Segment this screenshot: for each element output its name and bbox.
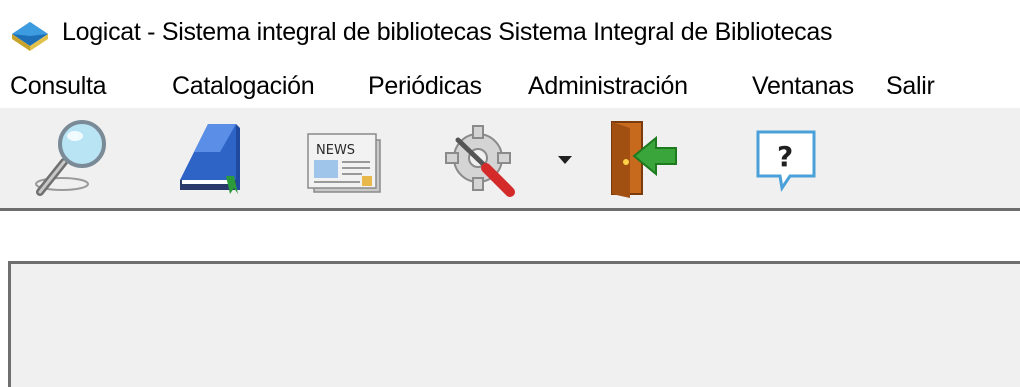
menu-ventanas[interactable]: Ventanas [752,72,854,101]
content-gap [0,211,1020,261]
administration-button[interactable] [438,118,522,198]
dropdown-arrow-icon[interactable] [554,152,576,168]
svg-text:NEWS: NEWS [316,143,355,158]
svg-text:?: ? [777,140,793,173]
help-button[interactable]: ? [746,118,830,198]
exit-button[interactable] [598,118,682,198]
search-button[interactable] [28,118,112,198]
toolbar: NEWS ? [0,108,1020,208]
title-bar[interactable]: Logicat - Sistema integral de biblioteca… [0,0,1020,66]
menu-salir[interactable]: Salir [886,72,935,101]
menu-periodicas[interactable]: Periódicas [368,72,482,101]
menu-bar: Consulta Catalogación Periódicas Adminis… [0,66,1020,106]
menu-consulta[interactable]: Consulta [10,72,107,101]
mdi-workspace[interactable] [8,261,1020,387]
periodicals-button[interactable]: NEWS [300,118,384,198]
window-title: Logicat - Sistema integral de biblioteca… [62,18,833,46]
menu-catalogacion[interactable]: Catalogación [172,72,315,101]
menu-administracion[interactable]: Administración [528,72,688,101]
book-diamond-icon [10,20,50,52]
catalog-button[interactable] [170,118,254,198]
